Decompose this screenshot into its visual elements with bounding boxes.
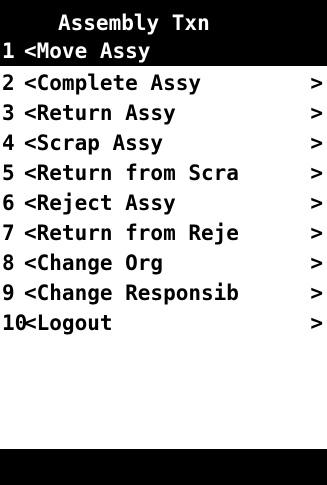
submenu-arrow-icon: > bbox=[310, 131, 323, 155]
submenu-arrow-icon: > bbox=[310, 251, 323, 275]
menu-item-label: <Reject Assy bbox=[24, 191, 176, 215]
menu-item-reject-assy[interactable]: 6 <Reject Assy > bbox=[0, 188, 327, 218]
menu-item-return-from-reject[interactable]: 7 <Return from Reje > bbox=[0, 218, 327, 248]
menu-item-move-assy[interactable]: 1 <Move Assy bbox=[0, 38, 327, 66]
menu-item-number: 3 bbox=[2, 101, 15, 125]
menu-item-label: <Scrap Assy bbox=[24, 131, 164, 155]
menu-item-number: 4 bbox=[2, 131, 15, 155]
status-bar bbox=[0, 449, 327, 485]
submenu-arrow-icon: > bbox=[310, 221, 323, 245]
menu-item-label: <Return from Reje bbox=[24, 221, 239, 245]
menu-item-return-from-scrap[interactable]: 5 <Return from Scra > bbox=[0, 158, 327, 188]
menu-item-number: 2 bbox=[2, 71, 15, 95]
menu-item-complete-assy[interactable]: 2 <Complete Assy > bbox=[0, 68, 327, 98]
menu-item-label: <Return from Scra bbox=[24, 161, 239, 185]
menu-item-label: <Return Assy bbox=[24, 101, 176, 125]
submenu-arrow-icon: > bbox=[310, 281, 323, 305]
assembly-menu: 1 <Move Assy 2 <Complete Assy > 3 <Retur… bbox=[0, 38, 327, 338]
menu-item-number: 8 bbox=[2, 251, 15, 275]
submenu-arrow-icon: > bbox=[310, 161, 323, 185]
menu-item-change-responsibility[interactable]: 9 <Change Responsib > bbox=[0, 278, 327, 308]
menu-item-label: <Change Responsib bbox=[24, 281, 239, 305]
mobile-screen: Assembly Txn 1 <Move Assy 2 <Complete As… bbox=[0, 0, 327, 485]
menu-item-label: <Logout bbox=[24, 311, 113, 335]
submenu-arrow-icon: > bbox=[310, 311, 323, 335]
submenu-arrow-icon: > bbox=[310, 101, 323, 125]
menu-item-number: 9 bbox=[2, 281, 15, 305]
menu-item-number: 7 bbox=[2, 221, 15, 245]
menu-item-number: 6 bbox=[2, 191, 15, 215]
menu-item-change-org[interactable]: 8 <Change Org > bbox=[0, 248, 327, 278]
menu-item-number: 5 bbox=[2, 161, 15, 185]
title-bar: Assembly Txn bbox=[0, 0, 327, 38]
page-title: Assembly Txn bbox=[58, 11, 210, 35]
menu-item-label: <Change Org bbox=[24, 251, 164, 275]
menu-item-return-assy[interactable]: 3 <Return Assy > bbox=[0, 98, 327, 128]
menu-item-label: <Move Assy bbox=[24, 39, 151, 63]
menu-item-logout[interactable]: 10 <Logout > bbox=[0, 308, 327, 338]
menu-item-label: <Complete Assy bbox=[24, 71, 202, 95]
submenu-arrow-icon: > bbox=[310, 191, 323, 215]
submenu-arrow-icon: > bbox=[310, 71, 323, 95]
menu-item-scrap-assy[interactable]: 4 <Scrap Assy > bbox=[0, 128, 327, 158]
menu-item-number: 1 bbox=[2, 39, 15, 63]
